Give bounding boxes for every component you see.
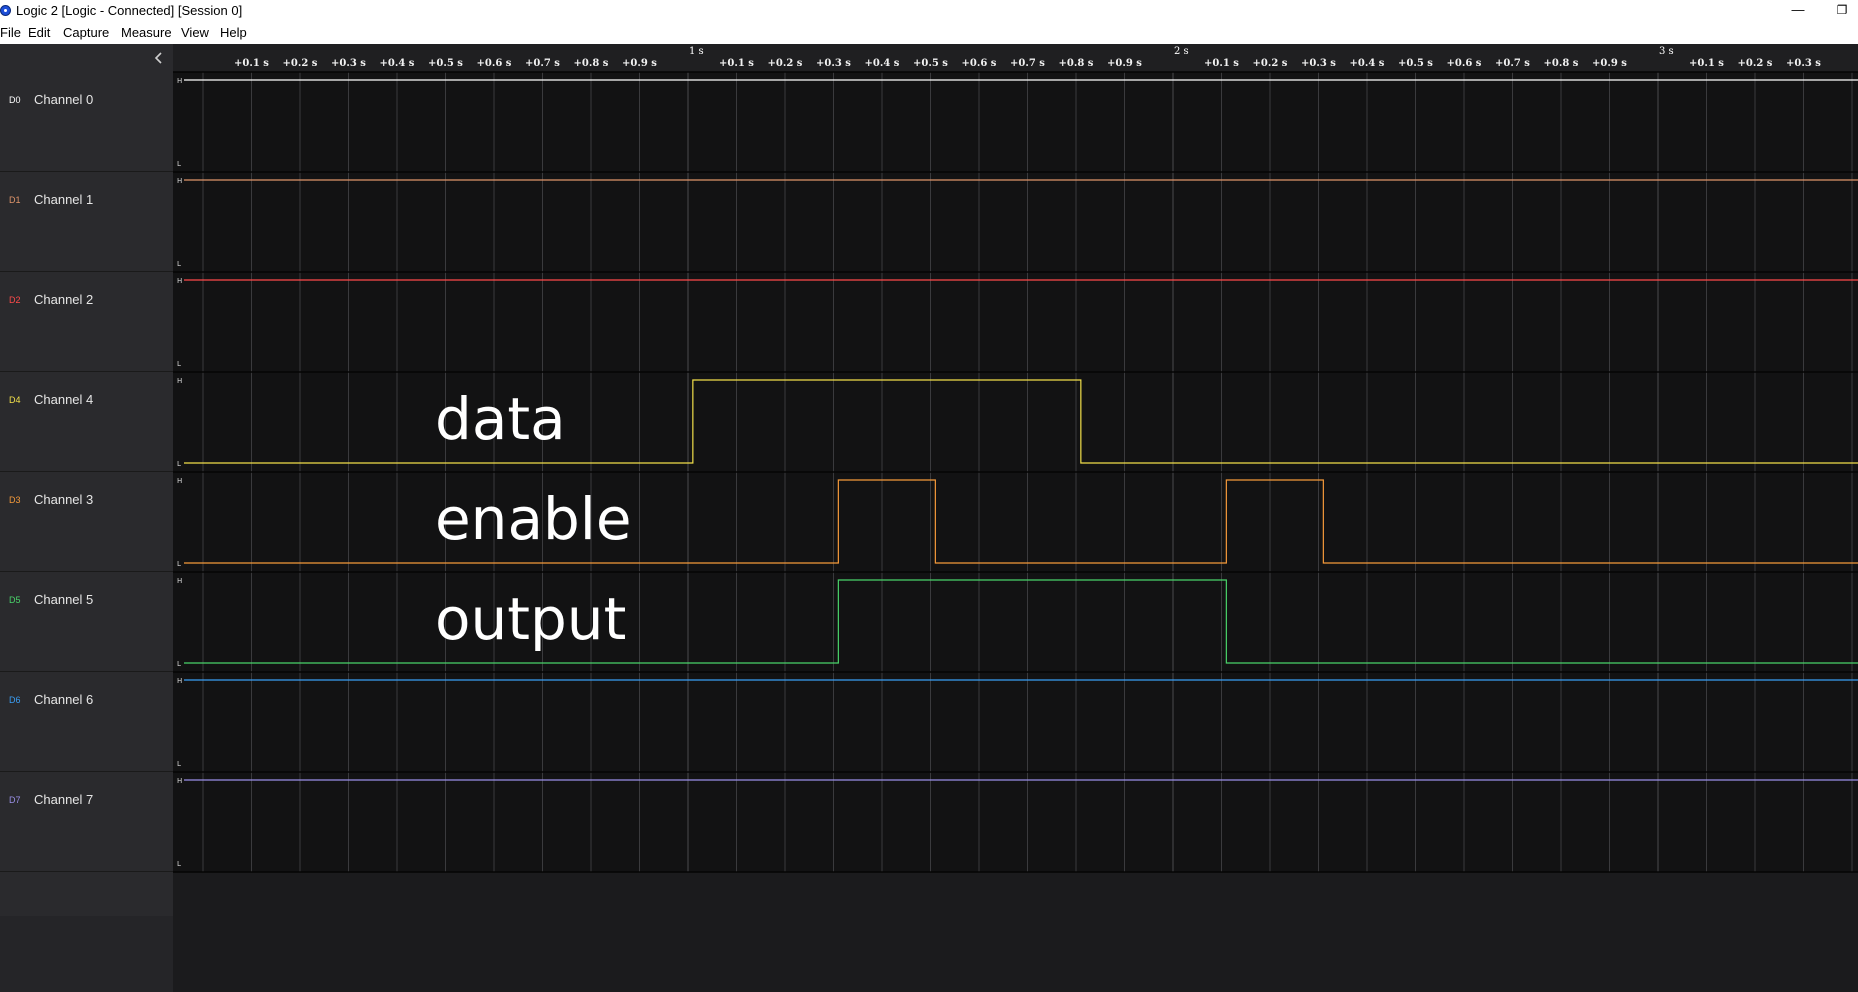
- menu-view[interactable]: View: [181, 25, 209, 40]
- level-high-label: H: [177, 677, 182, 685]
- menu-capture[interactable]: Capture: [63, 25, 109, 40]
- annotation-label: output: [435, 585, 626, 653]
- channel-row[interactable]: D4 Channel 4: [0, 372, 173, 472]
- ruler-minor-label: +0.6 s: [477, 58, 512, 69]
- menu-measure[interactable]: Measure: [121, 25, 172, 40]
- menu-bar: File Edit Capture Measure View Help: [0, 22, 1858, 44]
- ruler-minor-label: +0.3 s: [1786, 58, 1821, 69]
- ruler-minor-label: +0.3 s: [816, 58, 851, 69]
- level-high-label: H: [177, 77, 182, 85]
- ruler-minor-label: +0.3 s: [1301, 58, 1336, 69]
- channel-name[interactable]: Channel 3: [34, 492, 93, 507]
- level-high-label: H: [177, 177, 182, 185]
- ruler-major-label: 3 s: [1659, 46, 1674, 57]
- ruler-minor-label: +0.8 s: [1059, 58, 1094, 69]
- level-low-label: L: [177, 460, 181, 468]
- channel-id: D5: [9, 595, 21, 605]
- ruler-minor-label: +0.2 s: [1253, 58, 1288, 69]
- title-bar: Logic 2 [Logic - Connected] [Session 0] …: [0, 0, 1858, 22]
- channel-name[interactable]: Channel 4: [34, 392, 93, 407]
- channel-id: D3: [9, 495, 21, 505]
- annotation-label: enable: [435, 485, 632, 553]
- restore-button[interactable]: ❐: [1830, 1, 1854, 19]
- ruler-minor-label: +0.4 s: [380, 58, 415, 69]
- channel-row[interactable]: D0 Channel 0: [0, 72, 173, 172]
- level-low-label: L: [177, 160, 181, 168]
- level-high-label: H: [177, 277, 182, 285]
- channel-name[interactable]: Channel 2: [34, 292, 93, 307]
- channel-row[interactable]: D7 Channel 7: [0, 772, 173, 872]
- ruler-minor-label: +0.3 s: [331, 58, 366, 69]
- channel-row[interactable]: D3 Channel 3: [0, 472, 173, 572]
- minimize-button[interactable]: —: [1786, 1, 1810, 19]
- channel-name[interactable]: Channel 6: [34, 692, 93, 707]
- channel-id: D4: [9, 395, 21, 405]
- waveform-canvas[interactable]: 1 s 2 s 3 s +0.1 s +0.2 s +0.3 s +0.4 s +0.5 s +…: [173, 44, 1858, 992]
- level-high-label: H: [177, 477, 182, 485]
- level-low-label: L: [177, 360, 181, 368]
- chevron-left-icon: [154, 52, 162, 64]
- level-low-label: L: [177, 760, 181, 768]
- channel-row[interactable]: D2 Channel 2: [0, 272, 173, 372]
- channel-id: D1: [9, 195, 21, 205]
- level-low-label: L: [177, 860, 181, 868]
- ruler-minor-label: +0.1 s: [1204, 58, 1239, 69]
- channel-name[interactable]: Channel 0: [34, 92, 93, 107]
- ruler-minor-label: +0.7 s: [1495, 58, 1530, 69]
- channel-name[interactable]: Channel 5: [34, 592, 93, 607]
- ruler-minor-label: +0.2 s: [768, 58, 803, 69]
- level-high-label: H: [177, 777, 182, 785]
- ruler-major-label: 1 s: [689, 46, 704, 57]
- menu-file[interactable]: File: [0, 25, 21, 40]
- menu-edit[interactable]: Edit: [28, 25, 50, 40]
- window-title: Logic 2 [Logic - Connected] [Session 0]: [16, 3, 243, 18]
- ruler-minor-label: +0.4 s: [865, 58, 900, 69]
- ruler-minor-label: +0.4 s: [1350, 58, 1385, 69]
- ruler-minor-label: +0.6 s: [962, 58, 997, 69]
- ruler-minor-label: +0.6 s: [1447, 58, 1482, 69]
- app-logo-icon: [0, 5, 11, 16]
- ruler-minor-label: +0.8 s: [1544, 58, 1579, 69]
- channel-name[interactable]: Channel 7: [34, 792, 93, 807]
- menu-help[interactable]: Help: [220, 25, 247, 40]
- ruler-minor-label: +0.5 s: [1398, 58, 1433, 69]
- channel-row[interactable]: D6 Channel 6: [0, 672, 173, 772]
- ruler-minor-label: +0.1 s: [1689, 58, 1724, 69]
- ruler-minor-label: +0.9 s: [1592, 58, 1627, 69]
- channel-name[interactable]: Channel 1: [34, 192, 93, 207]
- channel-sidebar: D0 Channel 0 D1 Channel 1 D2 Channel 2 D4 Chann…: [0, 44, 173, 992]
- ruler-minor-label: +0.7 s: [1010, 58, 1045, 69]
- ruler-minor-label: +0.9 s: [622, 58, 657, 69]
- level-high-label: H: [177, 377, 182, 385]
- sidebar-empty-area: [0, 916, 173, 992]
- channel-row[interactable]: D5 Channel 5: [0, 572, 173, 672]
- collapse-sidebar-button[interactable]: [150, 49, 168, 67]
- plot-empty-area: [173, 872, 1858, 992]
- ruler-minor-label: +0.1 s: [234, 58, 269, 69]
- ruler-minor-label: +0.5 s: [913, 58, 948, 69]
- channel-id: D7: [9, 795, 21, 805]
- ruler-minor-label: +0.2 s: [1738, 58, 1773, 69]
- channel-id: D2: [9, 295, 21, 305]
- level-low-label: L: [177, 660, 181, 668]
- channel-id: D0: [9, 95, 21, 105]
- level-low-label: L: [177, 560, 181, 568]
- ruler-minor-label: +0.7 s: [525, 58, 560, 69]
- ruler-major-label: 2 s: [1174, 46, 1189, 57]
- waveform-plot[interactable]: 1 s 2 s 3 s +0.1 s +0.2 s +0.3 s +0.4 s +0.5 s +…: [173, 44, 1858, 992]
- channel-id: D6: [9, 695, 21, 705]
- annotation-label: data: [435, 385, 566, 453]
- level-low-label: L: [177, 260, 181, 268]
- ruler-minor-label: +0.5 s: [428, 58, 463, 69]
- ruler-minor-label: +0.2 s: [283, 58, 318, 69]
- ruler-minor-label: +0.9 s: [1107, 58, 1142, 69]
- channel-row[interactable]: D1 Channel 1: [0, 172, 173, 272]
- ruler-minor-label: +0.1 s: [719, 58, 754, 69]
- ruler-minor-label: +0.8 s: [574, 58, 609, 69]
- level-high-label: H: [177, 577, 182, 585]
